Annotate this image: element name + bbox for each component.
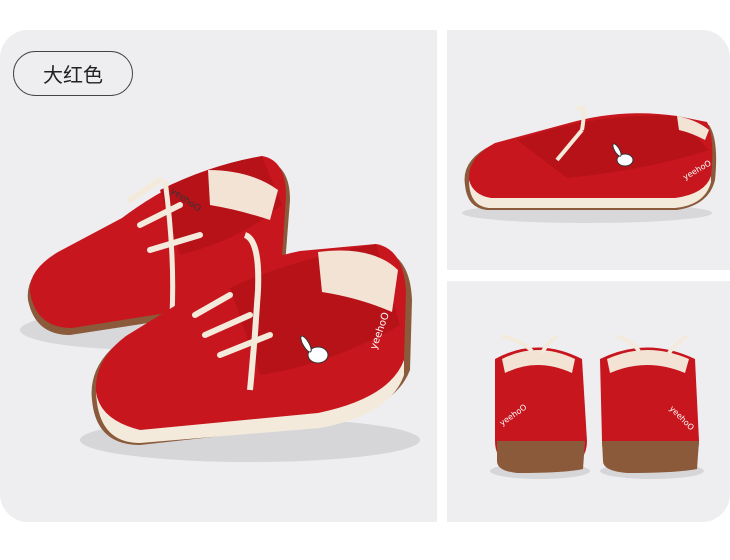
main-product-photo: 大红色 yeehoO yeehoO bbox=[0, 30, 437, 522]
shoe-back-illustration: yeehoO yeehoO bbox=[490, 334, 704, 479]
side-view-photo: yeehoO bbox=[447, 30, 730, 270]
shoe-side-illustration: yeehoO bbox=[462, 105, 717, 223]
back-view-photo: yeehoO yeehoO bbox=[447, 281, 730, 522]
shoe-pair-illustration: yeehoO yeehoO bbox=[20, 156, 420, 462]
